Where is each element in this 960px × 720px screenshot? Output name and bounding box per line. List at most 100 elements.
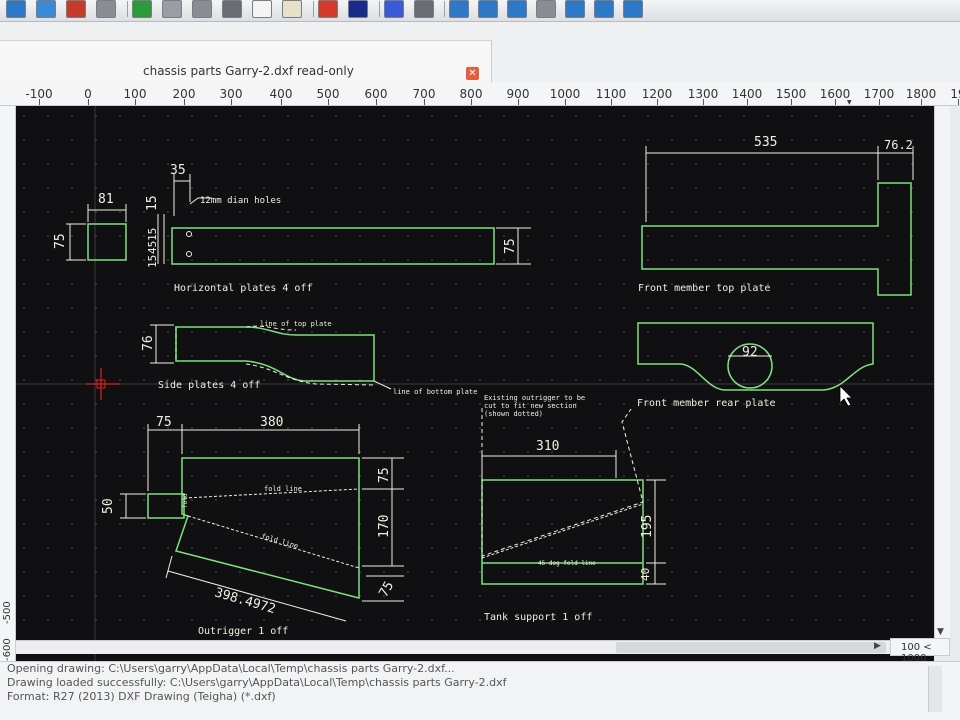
grid-dot	[23, 595, 25, 597]
grid-dot	[791, 379, 793, 381]
grid-dot	[263, 115, 265, 117]
pencil-icon[interactable]	[192, 0, 212, 18]
redo-icon[interactable]	[162, 0, 182, 18]
grid-dot	[215, 139, 217, 141]
grid-dot	[239, 235, 241, 237]
zoom-previous-icon[interactable]	[536, 0, 556, 18]
zoom-out-icon[interactable]	[478, 0, 498, 18]
zoom-redraw-icon[interactable]	[623, 0, 643, 18]
grid-dot	[575, 211, 577, 213]
grid-dot	[359, 115, 361, 117]
grid-dot	[551, 211, 553, 213]
grid-dot	[551, 331, 553, 333]
grid-dot	[671, 235, 673, 237]
scroll-right-arrow-icon[interactable]: ▶	[874, 641, 881, 651]
grid-dot	[479, 283, 481, 285]
grid-dot	[431, 259, 433, 261]
grid-dot	[839, 283, 841, 285]
red-pen-icon[interactable]	[318, 0, 338, 18]
grid-dot	[71, 211, 73, 213]
grid-dot	[575, 547, 577, 549]
grid-icon[interactable]	[414, 0, 434, 18]
zoom-window-icon[interactable]	[565, 0, 585, 18]
grid-dot	[359, 283, 361, 285]
close-icon[interactable]: ✕	[466, 67, 479, 80]
grid-dot	[263, 595, 265, 597]
grid-dot	[911, 379, 913, 381]
grid-dot	[527, 571, 529, 573]
zoom-in-icon[interactable]	[449, 0, 469, 18]
open-icon[interactable]	[6, 0, 26, 18]
grid-dot	[431, 211, 433, 213]
grid-dot	[383, 163, 385, 165]
paste-icon[interactable]	[282, 0, 302, 18]
grid-dot	[839, 451, 841, 453]
grid-dot	[23, 331, 25, 333]
undo-icon[interactable]	[132, 0, 152, 18]
save-icon[interactable]	[36, 0, 56, 18]
grid-dot	[551, 235, 553, 237]
grid-dot	[71, 523, 73, 525]
horizontal-scrollbar-thumb[interactable]	[616, 642, 886, 653]
grid-dot	[23, 163, 25, 165]
grid-dot	[575, 427, 577, 429]
grid-dot	[791, 283, 793, 285]
grid-dot	[47, 163, 49, 165]
grid-dot	[911, 331, 913, 333]
vertical-scrollbar[interactable]	[934, 106, 950, 640]
grid-dot	[407, 595, 409, 597]
grid-dot	[575, 235, 577, 237]
grid-dot	[671, 499, 673, 501]
zoom-auto-icon[interactable]	[507, 0, 527, 18]
grid-dot	[431, 355, 433, 357]
grid-dot	[791, 163, 793, 165]
grid-dot	[311, 427, 313, 429]
grid-dot	[887, 283, 889, 285]
copy-icon[interactable]	[252, 0, 272, 18]
grid-dot	[287, 187, 289, 189]
color-picker-icon[interactable]	[348, 0, 368, 18]
grid-dot	[599, 451, 601, 453]
grid-dot	[311, 139, 313, 141]
grid-dot	[599, 403, 601, 405]
zoom-pan-icon[interactable]	[594, 0, 614, 18]
grid-dot	[47, 259, 49, 261]
grid-dot	[863, 187, 865, 189]
grid-dot	[839, 331, 841, 333]
grid-dot	[815, 115, 817, 117]
log-scrollbar[interactable]	[928, 666, 942, 712]
grid-dot	[527, 235, 529, 237]
grid-dot	[119, 115, 121, 117]
grid-dot	[191, 523, 193, 525]
svg-export-icon[interactable]	[66, 0, 86, 18]
grid-dot	[791, 259, 793, 261]
grid-dot	[143, 283, 145, 285]
grid-dot	[455, 163, 457, 165]
grid-dot	[743, 571, 745, 573]
no-color-icon[interactable]	[384, 0, 404, 18]
grid-dot	[911, 547, 913, 549]
grid-dot	[407, 403, 409, 405]
grid-dot	[887, 595, 889, 597]
print-icon[interactable]	[96, 0, 116, 18]
grid-dot	[887, 475, 889, 477]
grid-dot	[359, 139, 361, 141]
grid-dot	[143, 427, 145, 429]
grid-dot	[671, 547, 673, 549]
grid-dot	[815, 163, 817, 165]
small-plate-outline	[87, 223, 127, 261]
drawing-canvas[interactable]: 81 35 15 75 15 45 15 75 12mm dian holes …	[16, 106, 934, 661]
grid-dot	[695, 355, 697, 357]
grid-dot	[191, 403, 193, 405]
grid-dot	[911, 499, 913, 501]
grid-dot	[599, 571, 601, 573]
grid-dot	[191, 451, 193, 453]
scroll-down-arrow-icon[interactable]: ▼	[937, 627, 944, 637]
ruler-tick	[518, 99, 519, 105]
scissors-icon[interactable]	[222, 0, 242, 18]
grid-dot	[359, 331, 361, 333]
horizontal-scrollbar[interactable]	[16, 640, 916, 654]
grid-dot	[623, 307, 625, 309]
grid-dot	[143, 523, 145, 525]
dim-label: 75	[503, 238, 518, 254]
